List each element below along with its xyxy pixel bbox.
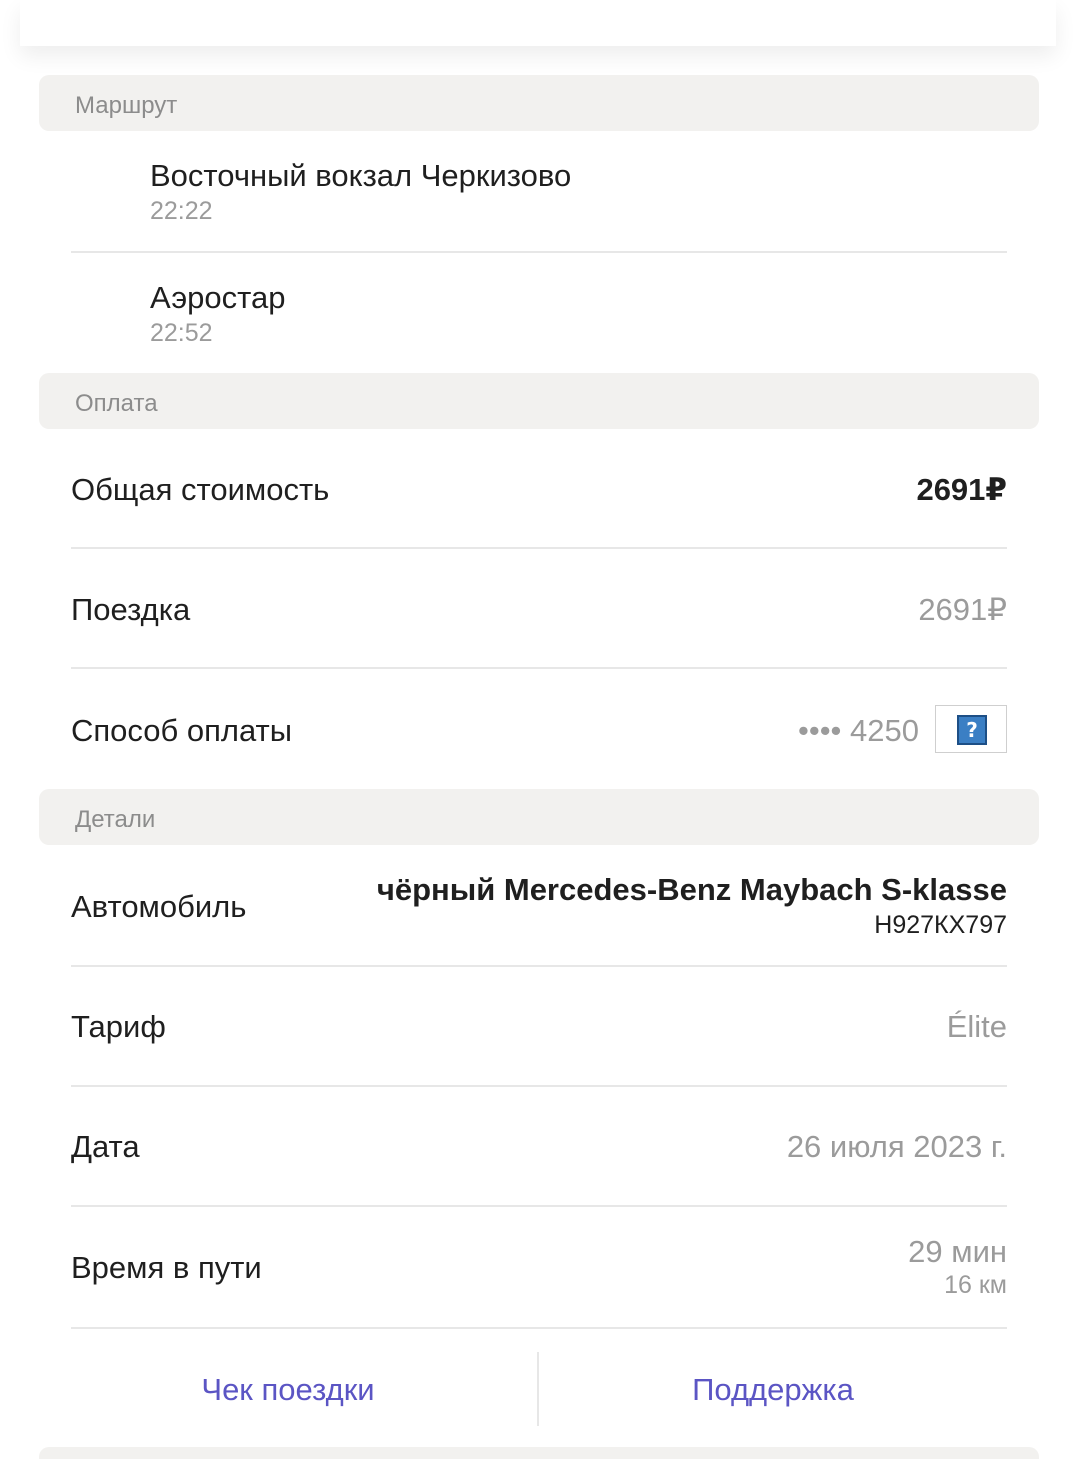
destination-name: Аэростар <box>150 280 286 315</box>
car-plate: Н927КХ797 <box>874 911 1007 939</box>
divider <box>71 1085 1007 1087</box>
origin-time: 22:22 <box>150 197 213 225</box>
origin-name: Восточный вокзал Черкизово <box>150 158 572 193</box>
payment-section-title: Оплата <box>75 390 158 417</box>
support-button[interactable]: Поддержка <box>560 1370 986 1414</box>
details-section-title: Детали <box>75 806 156 833</box>
divider <box>71 547 1007 549</box>
divider <box>71 1205 1007 1207</box>
button-divider <box>537 1352 539 1426</box>
route-stop-origin: Восточный вокзал Черкизово 22:22 <box>150 158 571 226</box>
receipt-button[interactable]: Чек поездки <box>71 1370 505 1414</box>
divider <box>71 667 1007 669</box>
ride-cost-value: 2691₽ <box>918 592 1007 627</box>
top-card-edge <box>20 0 1056 46</box>
divider <box>71 251 1007 253</box>
next-section-edge <box>39 1447 1039 1459</box>
route-section-title: Маршрут <box>75 92 178 119</box>
unknown-card-icon: ? <box>935 705 1007 753</box>
route-section-header: Маршрут <box>39 75 1039 131</box>
destination-time: 22:52 <box>150 319 213 347</box>
duration-info: 29 мин 16 км <box>908 1234 1007 1300</box>
duration-label: Время в пути <box>71 1250 262 1285</box>
total-cost-label: Общая стоимость <box>71 472 330 507</box>
question-mark-icon: ? <box>957 715 987 745</box>
car-info: чёрный Mercedes-Benz Maybach S-klasse Н9… <box>377 872 1007 940</box>
tariff-label: Тариф <box>71 1009 166 1044</box>
car-model: чёрный Mercedes-Benz Maybach S-klasse <box>376 872 1007 907</box>
payment-section-header: Оплата <box>39 373 1039 429</box>
date-label: Дата <box>71 1129 140 1164</box>
car-label: Автомобиль <box>71 889 247 924</box>
duration-value: 29 мин <box>908 1234 1007 1269</box>
divider <box>71 965 1007 967</box>
distance-value: 16 км <box>944 1271 1007 1299</box>
divider <box>71 1327 1007 1329</box>
ride-cost-label: Поездка <box>71 592 191 627</box>
route-stop-destination: Аэростар 22:52 <box>150 280 286 348</box>
card-number-masked: •••• 4250 <box>798 713 919 748</box>
date-value: 26 июля 2023 г. <box>786 1129 1007 1164</box>
tariff-value: Élite <box>946 1009 1007 1044</box>
payment-method-label: Способ оплаты <box>71 713 293 748</box>
total-cost-value: 2691₽ <box>916 472 1007 507</box>
details-section-header: Детали <box>39 789 1039 845</box>
